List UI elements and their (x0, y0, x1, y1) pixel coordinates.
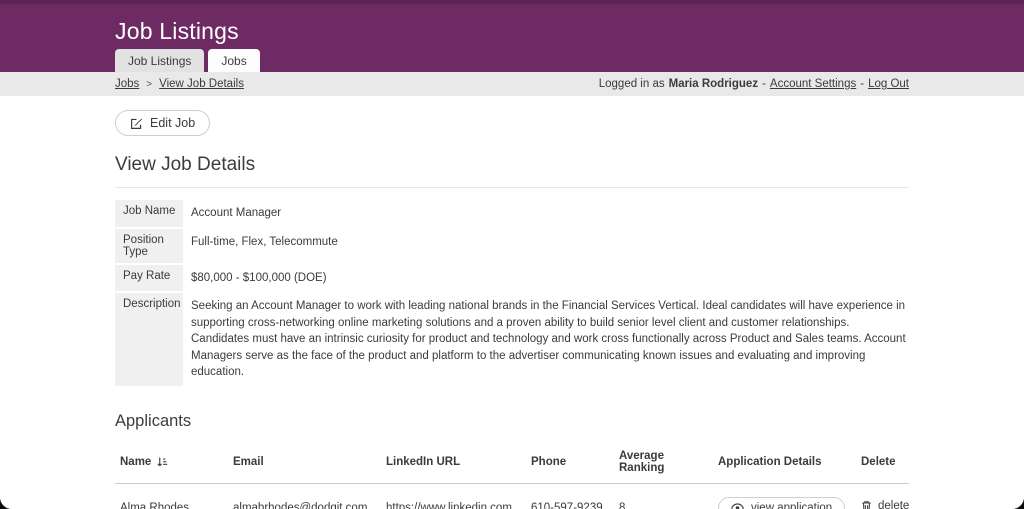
detail-label: Position Type (115, 229, 183, 263)
breadcrumb-view-job-details-link[interactable]: View Job Details (159, 78, 244, 90)
tab-job-listings[interactable]: Job Listings (115, 49, 204, 72)
column-header-email[interactable]: Email (228, 441, 381, 484)
tab-bar: Job Listings Jobs (115, 49, 260, 72)
column-header-linkedin[interactable]: LinkedIn URL (381, 441, 526, 484)
edit-job-button[interactable]: Edit Job (115, 110, 210, 136)
job-detail-row-job-name: Job Name Account Manager (115, 200, 909, 227)
app-title: Job Listings (0, 4, 1024, 45)
eye-icon (731, 503, 744, 509)
applicant-phone: 610-597-9239 (526, 483, 614, 509)
user-session-bar: Logged in as Maria Rodriguez - Account S… (599, 78, 909, 90)
applicant-ranking: 8 (614, 483, 713, 509)
separator: - (860, 78, 864, 90)
separator: - (762, 78, 766, 90)
sub-header-bar: Jobs > View Job Details Logged in as Mar… (0, 72, 1024, 96)
browser-window: Job Listings Job Listings Jobs Jobs > Vi… (0, 0, 1024, 509)
applicant-row: Alma Rhodes almabrhodes@dodgit.com https… (115, 483, 909, 509)
applicant-name: Alma Rhodes (115, 483, 228, 509)
column-header-phone[interactable]: Phone (526, 441, 614, 484)
column-header-application-details[interactable]: Application Details (713, 441, 856, 484)
delete-link[interactable]: delete (878, 500, 909, 509)
detail-value: Full-time, Flex, Telecommute (183, 229, 909, 263)
column-header-name[interactable]: Name (115, 441, 228, 484)
detail-value: $80,000 - $100,000 (DOE) (183, 265, 909, 292)
applicants-table: Name Email LinkedIn URL Phone Aver (115, 441, 909, 509)
job-detail-row-pay-rate: Pay Rate $80,000 - $100,000 (DOE) (115, 265, 909, 292)
job-detail-row-position-type: Position Type Full-time, Flex, Telecommu… (115, 229, 909, 263)
column-header-name-label: Name (120, 456, 151, 468)
detail-value: Seeking an Account Manager to work with … (183, 293, 909, 386)
page-title: View Job Details (115, 154, 909, 176)
sort-ascending-icon[interactable] (156, 456, 168, 468)
main-content: Edit Job View Job Details Job Name Accou… (0, 96, 1024, 509)
edit-job-label: Edit Job (150, 116, 195, 130)
account-settings-link[interactable]: Account Settings (770, 78, 856, 90)
job-detail-row-description: Description Seeking an Account Manager t… (115, 293, 909, 386)
applicants-header-row: Name Email LinkedIn URL Phone Aver (115, 441, 909, 484)
job-details-list: Job Name Account Manager Position Type F… (115, 200, 909, 386)
applicants-section-title: Applicants (115, 412, 909, 431)
column-header-ranking[interactable]: Average Ranking (614, 441, 713, 484)
applicant-linkedin-link[interactable]: https://www.linkedin.com (386, 502, 512, 509)
log-out-link[interactable]: Log Out (868, 78, 909, 90)
logged-in-prefix: Logged in as (599, 78, 665, 90)
app-header: Job Listings Job Listings Jobs (0, 0, 1024, 72)
trash-icon (861, 500, 872, 509)
detail-label: Job Name (115, 200, 183, 227)
breadcrumb-jobs-link[interactable]: Jobs (115, 78, 139, 90)
detail-label: Pay Rate (115, 265, 183, 292)
divider (115, 187, 909, 188)
edit-pencil-icon (130, 117, 143, 130)
applicant-email-link[interactable]: almabrhodes@dodgit.com (233, 502, 367, 509)
breadcrumb: Jobs > View Job Details (115, 78, 244, 90)
detail-value: Account Manager (183, 200, 909, 227)
view-application-button[interactable]: view application (718, 497, 845, 509)
column-header-delete[interactable]: Delete (856, 441, 909, 484)
view-application-label: view application (751, 502, 832, 509)
detail-label: Description (115, 293, 183, 386)
breadcrumb-separator: > (146, 79, 152, 90)
user-name: Maria Rodriguez (669, 78, 758, 90)
delete-applicant-control[interactable]: delete (861, 500, 909, 509)
tab-jobs[interactable]: Jobs (208, 49, 259, 72)
